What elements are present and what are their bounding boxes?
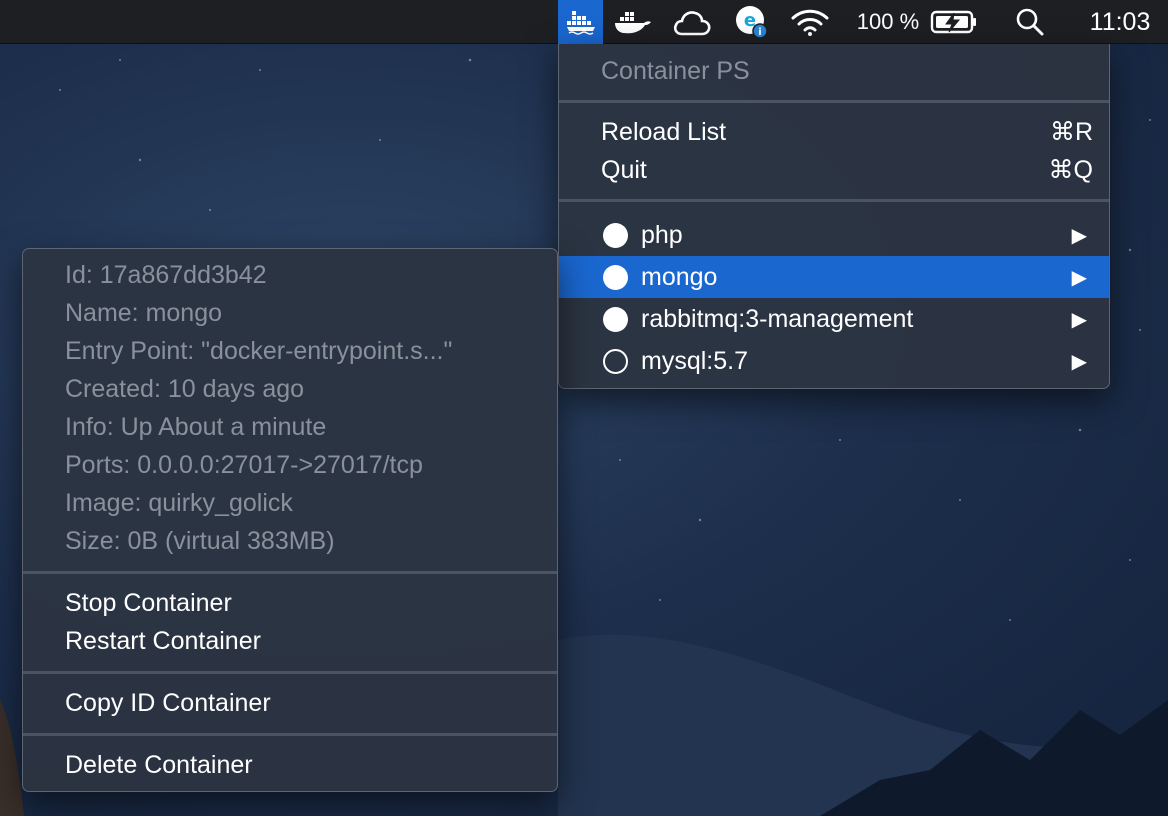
info-name: Name: mongo	[23, 294, 557, 332]
copy-id-container-label: Copy ID Container	[65, 688, 271, 717]
info-id: Id: 17a867dd3b42	[23, 256, 557, 294]
container-name: mysql:5.7	[641, 346, 748, 375]
info-size: Size: 0B (virtual 383MB)	[23, 522, 557, 560]
stopped-status-icon	[603, 348, 628, 374]
menu-title-row: Container PS	[559, 52, 1109, 90]
menu-separator	[23, 733, 557, 736]
docker-whale-icon	[566, 11, 595, 35]
restart-container-label: Restart Container	[65, 626, 261, 655]
reload-list-label: Reload List	[601, 117, 727, 146]
submenu-arrow-icon: ▶	[1071, 224, 1087, 247]
info-text: Entry Point: "docker-entrypoint.s..."	[65, 336, 453, 365]
evernote-helper-menu-button[interactable]: e i	[732, 0, 772, 44]
container-submenu: Id: 17a867dd3b42 Name: mongo Entry Point…	[22, 248, 558, 792]
battery-menu-button[interactable]	[928, 0, 980, 44]
submenu-arrow-icon: ▶	[1071, 308, 1087, 331]
reload-list-menu-item[interactable]: Reload List ⌘R	[559, 112, 1109, 152]
info-text: Created: 10 days ago	[65, 374, 305, 403]
svg-text:i: i	[758, 27, 761, 38]
wifi-menu-button[interactable]	[786, 0, 834, 44]
menu-separator	[559, 199, 1109, 202]
submenu-arrow-icon: ▶	[1071, 266, 1087, 289]
wifi-icon	[791, 9, 829, 36]
running-status-icon	[603, 306, 628, 332]
menu-separator	[23, 571, 557, 574]
stop-container-menu-item[interactable]: Stop Container	[23, 583, 557, 623]
battery-charging-icon	[930, 10, 976, 34]
info-entry-point: Entry Point: "docker-entrypoint.s..."	[23, 332, 557, 370]
delete-container-menu-item[interactable]: Delete Container	[23, 745, 557, 785]
info-text: Size: 0B (virtual 383MB)	[65, 526, 335, 555]
info-text: Id: 17a867dd3b42	[65, 260, 267, 289]
running-status-icon	[603, 222, 628, 248]
evernote-helper-icon: e i	[736, 6, 768, 39]
cloud-icon	[673, 11, 711, 36]
info-image: Image: quirky_golick	[23, 484, 557, 522]
container-item-mysql[interactable]: mysql:5.7 ▶	[559, 340, 1109, 382]
menu-bar: e i 100 % 11:03	[0, 0, 1168, 44]
container-item-rabbitmq[interactable]: rabbitmq:3-management ▶	[559, 298, 1109, 340]
restart-container-menu-item[interactable]: Restart Container	[23, 621, 557, 661]
container-item-php[interactable]: php ▶	[559, 214, 1109, 256]
spotlight-search-button[interactable]	[1010, 0, 1050, 44]
docker-status-menu-button[interactable]	[558, 0, 603, 44]
docker-whale-icon	[615, 12, 651, 34]
info-created: Created: 10 days ago	[23, 370, 557, 408]
submenu-arrow-icon: ▶	[1071, 350, 1087, 373]
search-icon	[1016, 8, 1044, 36]
info-text: Name: mongo	[65, 298, 223, 327]
cloud-sync-menu-button[interactable]	[670, 0, 714, 44]
container-item-mongo[interactable]: mongo ▶	[559, 256, 1109, 298]
menu-separator	[23, 671, 557, 674]
info-text: Ports: 0.0.0.0:27017->27017/tcp	[65, 450, 423, 479]
battery-percentage: 100 %	[856, 9, 920, 34]
info-text: Image: quirky_golick	[65, 488, 293, 517]
container-ps-menu: Container PS Reload List ⌘R Quit ⌘Q php …	[558, 44, 1110, 389]
container-name: rabbitmq:3-management	[641, 304, 914, 333]
docker-desktop-menu-button[interactable]	[612, 0, 654, 44]
menubar-clock[interactable]: 11:03	[1078, 0, 1162, 44]
container-name: mongo	[641, 262, 718, 291]
container-name: php	[641, 220, 683, 249]
info-ports: Ports: 0.0.0.0:27017->27017/tcp	[23, 446, 557, 484]
quit-label: Quit	[601, 155, 647, 184]
running-status-icon	[603, 264, 628, 290]
quit-menu-item[interactable]: Quit ⌘Q	[559, 150, 1109, 190]
menu-title: Container PS	[601, 56, 750, 85]
reload-list-shortcut: ⌘R	[1049, 118, 1093, 146]
copy-id-container-menu-item[interactable]: Copy ID Container	[23, 683, 557, 723]
info-text: Info: Up About a minute	[65, 412, 327, 441]
quit-shortcut: ⌘Q	[1048, 156, 1093, 184]
stop-container-label: Stop Container	[65, 588, 232, 617]
delete-container-label: Delete Container	[65, 750, 253, 779]
info-status: Info: Up About a minute	[23, 408, 557, 446]
menu-separator	[559, 100, 1109, 103]
